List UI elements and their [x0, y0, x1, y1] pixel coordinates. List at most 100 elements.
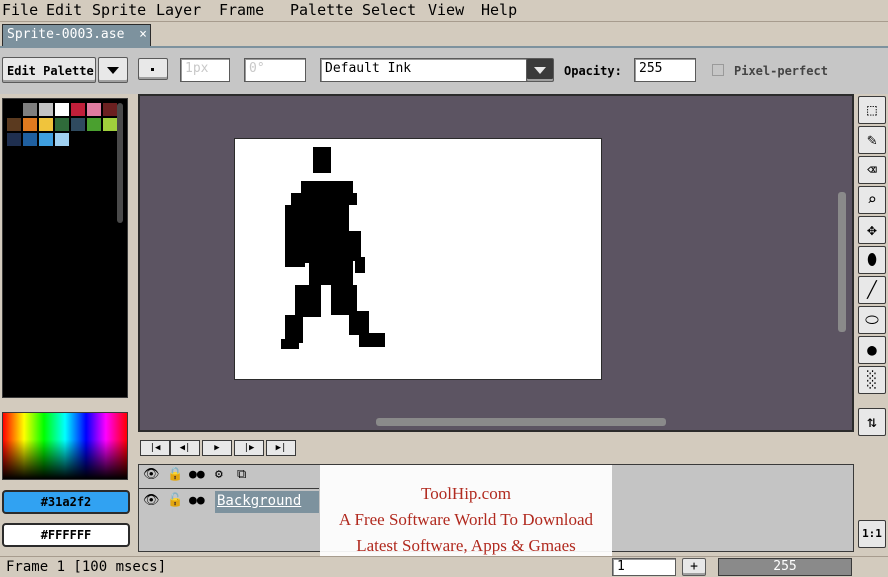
- next-frame-icon: |▶: [243, 443, 255, 453]
- palette-swatch[interactable]: [55, 133, 69, 146]
- palette-swatch[interactable]: [7, 118, 21, 131]
- eraser-tool[interactable]: ⌫: [858, 156, 886, 184]
- gear-icon[interactable]: ⚙: [215, 467, 223, 482]
- last-frame-icon: ▶|: [275, 443, 287, 453]
- ink-select[interactable]: Default Ink: [320, 58, 528, 82]
- menu-edit[interactable]: Edit: [46, 1, 82, 19]
- layer-name[interactable]: Background: [215, 491, 319, 513]
- ellipse-icon: ⬭: [865, 310, 879, 329]
- palette-options-button[interactable]: [98, 57, 128, 83]
- palette-swatch[interactable]: [71, 118, 85, 131]
- brush-size-field[interactable]: 1px: [180, 58, 230, 82]
- edit-palette-label: Edit Palette: [7, 64, 94, 78]
- move-icon: ✥: [867, 220, 877, 239]
- tab-title: Sprite-0003.ase: [7, 27, 125, 42]
- add-frame-button[interactable]: +: [682, 558, 706, 576]
- continuous-icon[interactable]: ●●: [189, 467, 205, 482]
- menu-view[interactable]: View: [428, 1, 464, 19]
- contour-tool[interactable]: ●: [858, 336, 886, 364]
- menu-sprite[interactable]: Sprite: [92, 1, 146, 19]
- canvas-area[interactable]: [138, 94, 854, 432]
- menu-select[interactable]: Select: [362, 1, 416, 19]
- lock-icon[interactable]: 🔒: [167, 467, 183, 482]
- marquee-tool[interactable]: ⬚: [858, 96, 886, 124]
- status-bar: Frame 1 [100 msecs] 1 + 255: [0, 556, 888, 577]
- frame-opacity-slider[interactable]: 255: [718, 558, 852, 576]
- menu-bar: File Edit Sprite Layer Frame Palette Sel…: [0, 0, 888, 22]
- foreground-color-hex: #31a2f2: [40, 495, 92, 509]
- menu-help[interactable]: Help: [481, 1, 517, 19]
- layer-continuous-icon[interactable]: ●●: [189, 493, 205, 508]
- marquee-icon: ⬚: [867, 100, 877, 119]
- menu-frame[interactable]: Frame: [219, 1, 264, 19]
- opacity-field[interactable]: 255: [634, 58, 696, 82]
- palette-swatch[interactable]: [23, 133, 37, 146]
- prev-frame-button[interactable]: ◀|: [170, 440, 200, 456]
- foreground-color-field[interactable]: #31a2f2: [2, 490, 130, 514]
- menu-layer[interactable]: Layer: [156, 1, 201, 19]
- menu-file[interactable]: File: [2, 1, 38, 19]
- zoom-1-1-button[interactable]: 1:1: [858, 520, 886, 548]
- ink-dropdown-button[interactable]: [526, 58, 554, 82]
- line-icon: ╱: [867, 280, 877, 299]
- palette-swatch[interactable]: [55, 103, 69, 116]
- palette-swatch[interactable]: [39, 103, 53, 116]
- plus-icon: +: [690, 559, 698, 574]
- prev-frame-icon: ◀|: [179, 443, 191, 453]
- palette-swatch[interactable]: [39, 133, 53, 146]
- paint-bucket-icon: ⬮: [866, 250, 878, 269]
- frame-number-field[interactable]: 1: [612, 558, 676, 576]
- pencil-tool[interactable]: ✎: [858, 126, 886, 154]
- palette-swatch[interactable]: [7, 103, 21, 116]
- palette-swatch[interactable]: [87, 118, 101, 131]
- sprite-canvas[interactable]: [234, 138, 602, 380]
- palette-swatch[interactable]: [103, 118, 117, 131]
- palette-swatch[interactable]: [7, 133, 21, 146]
- palette-scrollbar[interactable]: [117, 103, 123, 223]
- status-text: Frame 1 [100 msecs]: [6, 559, 167, 575]
- tools-panel: ⬚ ✎ ⌫ ⌕ ✥ ⬮ ╱ ⬭ ● ░ ⇅ 1:1: [856, 94, 888, 577]
- zoom-tool[interactable]: ⌕: [858, 186, 886, 214]
- brush-dot-icon: [151, 68, 154, 71]
- palette-swatch[interactable]: [103, 103, 117, 116]
- palette-swatch[interactable]: [23, 103, 37, 116]
- pencil-icon: ✎: [867, 130, 877, 149]
- canvas-vertical-scrollbar[interactable]: [838, 192, 846, 332]
- watermark-line-1: ToolHip.com: [421, 484, 511, 503]
- pixel-perfect-label: Pixel-perfect: [734, 64, 828, 78]
- color-spectrum[interactable]: [2, 412, 128, 480]
- palette-swatch[interactable]: [39, 118, 53, 131]
- palette-swatch[interactable]: [87, 103, 101, 116]
- palette-swatch[interactable]: [55, 118, 69, 131]
- canvas-horizontal-scrollbar[interactable]: [376, 418, 666, 426]
- layer-visibility-icon[interactable]: 👁: [143, 493, 160, 508]
- play-button[interactable]: ▶: [202, 440, 232, 456]
- last-frame-button[interactable]: ▶|: [266, 440, 296, 456]
- close-icon[interactable]: ×: [139, 25, 147, 45]
- move-tool[interactable]: ✥: [858, 216, 886, 244]
- layer-lock-icon[interactable]: 🔓: [167, 493, 183, 508]
- zoom-icon: ⌕: [867, 190, 877, 209]
- first-frame-icon: |◀: [149, 443, 161, 453]
- paint-bucket-tool[interactable]: ⬮: [858, 246, 886, 274]
- menu-palette[interactable]: Palette: [290, 1, 353, 19]
- eye-icon[interactable]: 👁: [143, 467, 160, 482]
- tab-sprite[interactable]: Sprite-0003.ase ×: [2, 24, 151, 46]
- ellipse-tool[interactable]: ⬭: [858, 306, 886, 334]
- first-frame-button[interactable]: |◀: [140, 440, 170, 456]
- spray-tool[interactable]: ░: [858, 366, 886, 394]
- chevron-down-icon: [534, 67, 546, 74]
- edit-palette-button[interactable]: Edit Palette: [2, 57, 96, 83]
- palette-swatch[interactable]: [71, 103, 85, 116]
- palette-swatch[interactable]: [23, 118, 37, 131]
- next-frame-button[interactable]: |▶: [234, 440, 264, 456]
- brush-angle-field[interactable]: 0°: [244, 58, 306, 82]
- line-tool[interactable]: ╱: [858, 276, 886, 304]
- onion-skin-icon[interactable]: ⧉: [237, 467, 246, 482]
- background-color-field[interactable]: #FFFFFF: [2, 523, 130, 547]
- toggle-timeline-tool[interactable]: ⇅: [858, 408, 886, 436]
- pixel-perfect-checkbox[interactable]: [712, 64, 724, 76]
- brush-type-button[interactable]: [138, 58, 168, 80]
- opacity-label: Opacity:: [564, 64, 622, 78]
- layer-row[interactable]: 👁 🔓 ●● Background: [139, 491, 319, 513]
